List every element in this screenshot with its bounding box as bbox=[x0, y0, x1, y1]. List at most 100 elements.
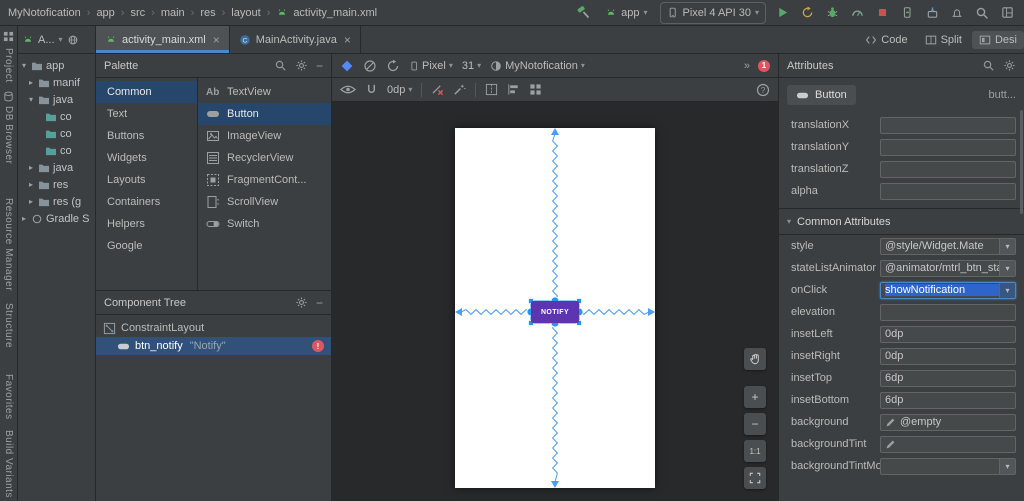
errors-badge[interactable]: 1 bbox=[758, 59, 770, 72]
component-textview[interactable]: Ab TextView bbox=[198, 81, 331, 103]
translationZ-input[interactable] bbox=[880, 160, 1016, 178]
breadcrumb-layout[interactable]: layout bbox=[231, 7, 260, 19]
close-icon[interactable]: × bbox=[213, 33, 220, 47]
apply-changes-icon[interactable] bbox=[798, 4, 816, 22]
error-badge-icon[interactable]: ! bbox=[312, 340, 324, 352]
tool-window-grid-icon[interactable] bbox=[3, 31, 14, 42]
alpha-input[interactable] bbox=[880, 182, 1016, 200]
category-layouts[interactable]: Layouts bbox=[96, 169, 197, 191]
close-icon[interactable]: × bbox=[344, 33, 351, 47]
component-recyclerview[interactable]: RecyclerView bbox=[198, 147, 331, 169]
common-attributes-section[interactable]: ▾ Common Attributes bbox=[779, 208, 1024, 235]
chevron-down-icon[interactable]: ▾ bbox=[999, 260, 1015, 276]
tool-window-favorites[interactable]: Favorites bbox=[3, 374, 14, 420]
tool-window-db-browser[interactable]: DB Browser bbox=[3, 106, 14, 164]
category-widgets[interactable]: Widgets bbox=[96, 147, 197, 169]
tree-node-btn-notify[interactable]: btn_notify "Notify" ! bbox=[96, 337, 331, 355]
insetRight-input[interactable]: 0dp bbox=[880, 347, 1016, 365]
zoom-actual-button[interactable]: 1:1 bbox=[744, 440, 766, 462]
search-icon[interactable] bbox=[274, 59, 287, 72]
tree-item-res[interactable]: ▸ res bbox=[18, 176, 95, 193]
component-fragmentcontainer[interactable]: FragmentCont... bbox=[198, 169, 331, 191]
autoconnect-magnet-icon[interactable] bbox=[365, 83, 378, 96]
elevation-input[interactable] bbox=[880, 303, 1016, 321]
breadcrumb-main[interactable]: main bbox=[161, 7, 185, 19]
tree-item-gradle-scripts[interactable]: ▸ Gradle S bbox=[18, 210, 95, 227]
translationX-input[interactable] bbox=[880, 116, 1016, 134]
chevron-down-icon[interactable]: ▾ bbox=[999, 282, 1015, 298]
profiler-icon[interactable] bbox=[848, 4, 866, 22]
tool-window-structure[interactable]: Structure bbox=[3, 303, 14, 348]
project-settings-icon[interactable] bbox=[67, 34, 79, 46]
tool-window-build-variants[interactable]: Build Variants bbox=[3, 430, 14, 498]
view-mode-design[interactable]: Desi bbox=[971, 30, 1024, 49]
project-view-selector[interactable]: A... bbox=[38, 34, 55, 46]
view-mode-code[interactable]: Code bbox=[858, 31, 914, 49]
device-size-dropdown[interactable]: Pixel ▾ bbox=[409, 60, 453, 72]
pencil-icon[interactable] bbox=[885, 417, 896, 428]
infer-constraints-wand-icon[interactable] bbox=[453, 83, 466, 96]
style-combo[interactable]: @style/Widget.Mate ▾ bbox=[880, 237, 1016, 255]
tab-mainactivity-java[interactable]: C MainActivity.java × bbox=[230, 26, 361, 53]
breadcrumb-file[interactable]: activity_main.xml bbox=[293, 7, 377, 19]
chevron-down-icon[interactable]: ▾ bbox=[999, 458, 1015, 474]
stateListAnimator-combo[interactable]: @animator/mtrl_btn_stat ▾ bbox=[880, 259, 1016, 277]
category-buttons[interactable]: Buttons bbox=[96, 125, 197, 147]
clear-constraints-icon[interactable] bbox=[431, 83, 444, 96]
translationY-input[interactable] bbox=[880, 138, 1016, 156]
gear-icon[interactable] bbox=[295, 296, 308, 309]
category-text[interactable]: Text bbox=[96, 103, 197, 125]
db-browser-icon[interactable] bbox=[3, 91, 14, 102]
design-surface-icon[interactable] bbox=[340, 59, 354, 73]
chevron-down-icon[interactable]: ▾ bbox=[999, 238, 1015, 254]
gear-icon[interactable] bbox=[1003, 59, 1016, 72]
tree-item-java[interactable]: ▾ java bbox=[18, 91, 95, 108]
device-dropdown[interactable]: Pixel 4 API 30 ▾ bbox=[660, 1, 766, 24]
search-icon[interactable] bbox=[982, 59, 995, 72]
zoom-out-button[interactable]: − bbox=[744, 413, 766, 435]
tree-item-java-generated[interactable]: ▸ java bbox=[18, 159, 95, 176]
pencil-icon[interactable] bbox=[885, 439, 896, 450]
pan-hand-icon[interactable] bbox=[744, 348, 766, 370]
breadcrumb-res[interactable]: res bbox=[200, 7, 215, 19]
breadcrumb-app[interactable]: app bbox=[96, 7, 114, 19]
api-level-dropdown[interactable]: 31 ▾ bbox=[462, 60, 481, 72]
tree-item-package[interactable]: co bbox=[18, 142, 95, 159]
orientation-icon[interactable] bbox=[386, 59, 400, 73]
blueprint-toggle-icon[interactable] bbox=[363, 59, 377, 73]
component-imageview[interactable]: ImageView bbox=[198, 125, 331, 147]
zoom-in-button[interactable]: + bbox=[744, 386, 766, 408]
tool-window-resource-manager[interactable]: Resource Manager bbox=[3, 198, 14, 291]
component-scrollview[interactable]: ScrollView bbox=[198, 191, 331, 213]
selected-component-chip[interactable]: Button bbox=[787, 85, 856, 105]
category-containers[interactable]: Containers bbox=[96, 191, 197, 213]
backgroundTintMode-combo[interactable]: ▾ bbox=[880, 457, 1016, 475]
tree-item-package[interactable]: co bbox=[18, 108, 95, 125]
hide-panel-icon[interactable]: − bbox=[316, 296, 323, 310]
run-config-dropdown[interactable]: app ▾ bbox=[599, 3, 653, 23]
search-everywhere-icon[interactable] bbox=[973, 4, 991, 22]
onClick-combo[interactable]: showNotification ▾ bbox=[880, 281, 1016, 299]
tree-item-package[interactable]: co bbox=[18, 125, 95, 142]
help-icon[interactable]: ? bbox=[756, 83, 770, 97]
device-manager-icon[interactable] bbox=[898, 4, 916, 22]
breadcrumb-src[interactable]: src bbox=[130, 7, 145, 19]
backgroundTint-input[interactable] bbox=[880, 435, 1016, 453]
insetLeft-input[interactable]: 0dp bbox=[880, 325, 1016, 343]
zoom-fit-icon[interactable] bbox=[744, 467, 766, 489]
design-surface[interactable]: NOTIFY + − 1:1 bbox=[332, 102, 778, 501]
notify-button-widget[interactable]: NOTIFY bbox=[531, 301, 579, 323]
theme-dropdown[interactable]: MyNotofication ▾ bbox=[490, 60, 585, 72]
insetBottom-input[interactable]: 6dp bbox=[880, 391, 1016, 409]
view-mode-split[interactable]: Split bbox=[918, 31, 969, 49]
align-icon[interactable] bbox=[507, 83, 520, 96]
component-switch[interactable]: Switch bbox=[198, 213, 331, 235]
layout-windows-icon[interactable] bbox=[998, 4, 1016, 22]
default-margin-dropdown[interactable]: 0dp ▾ bbox=[387, 84, 412, 96]
tree-item-res-generated[interactable]: ▸ res (g bbox=[18, 193, 95, 210]
sdk-manager-icon[interactable] bbox=[923, 4, 941, 22]
debug-icon[interactable] bbox=[823, 4, 841, 22]
category-common[interactable]: Common bbox=[96, 81, 197, 103]
gear-icon[interactable] bbox=[295, 59, 308, 72]
pack-icon[interactable] bbox=[529, 83, 542, 96]
